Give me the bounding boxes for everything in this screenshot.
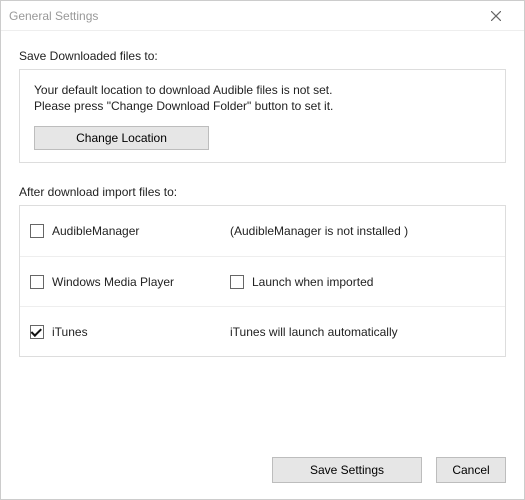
close-button[interactable] — [476, 2, 516, 30]
import-row-audiblemanager: AudibleManager (AudibleManager is not in… — [20, 206, 505, 256]
itunes-note: iTunes will launch automatically — [230, 325, 398, 339]
cancel-button[interactable]: Cancel — [436, 457, 506, 483]
import-section-label: After download import files to: — [19, 185, 506, 199]
settings-window: General Settings Save Downloaded files t… — [0, 0, 525, 500]
download-msg-line1: Your default location to download Audibl… — [34, 82, 491, 98]
download-msg-line2: Please press "Change Download Folder" bu… — [34, 98, 491, 114]
wmp-label: Windows Media Player — [52, 275, 174, 289]
change-location-button[interactable]: Change Location — [34, 126, 209, 150]
download-section-label: Save Downloaded files to: — [19, 49, 506, 63]
itunes-option[interactable]: iTunes — [30, 325, 230, 339]
audiblemanager-checkbox[interactable] — [30, 224, 44, 238]
audiblemanager-option[interactable]: AudibleManager — [30, 224, 230, 238]
download-location-panel: Your default location to download Audibl… — [19, 69, 506, 163]
titlebar: General Settings — [1, 1, 524, 31]
import-row-itunes: iTunes iTunes will launch automatically — [20, 306, 505, 356]
wmp-checkbox[interactable] — [30, 275, 44, 289]
footer: Save Settings Cancel — [1, 443, 524, 499]
itunes-label: iTunes — [52, 325, 88, 339]
launch-when-imported-label: Launch when imported — [252, 275, 373, 289]
audiblemanager-note: (AudibleManager is not installed ) — [230, 224, 408, 238]
itunes-checkbox[interactable] — [30, 325, 44, 339]
close-icon — [491, 11, 501, 21]
wmp-option[interactable]: Windows Media Player — [30, 275, 230, 289]
content-area: Save Downloaded files to: Your default l… — [1, 31, 524, 443]
window-title: General Settings — [9, 9, 476, 23]
import-panel: AudibleManager (AudibleManager is not in… — [19, 205, 506, 357]
content-spacer — [19, 357, 506, 433]
audiblemanager-label: AudibleManager — [52, 224, 139, 238]
import-row-wmp: Windows Media Player Launch when importe… — [20, 256, 505, 306]
launch-when-imported-checkbox[interactable] — [230, 275, 244, 289]
save-settings-button[interactable]: Save Settings — [272, 457, 422, 483]
launch-when-imported-option[interactable]: Launch when imported — [230, 275, 373, 289]
